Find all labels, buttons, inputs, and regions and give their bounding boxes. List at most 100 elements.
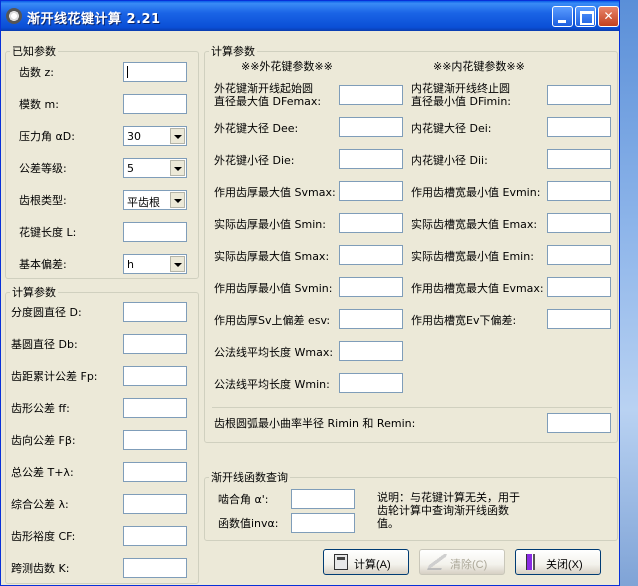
close-button[interactable]: 关闭(X) (515, 549, 601, 575)
spline-length-label: 花键长度 L: (19, 226, 77, 239)
smin-label: 实际齿厚最小值 Smin: (214, 218, 326, 231)
spline-length-input[interactable] (123, 222, 187, 242)
involute-note: 说明：与花键计算无关，用于齿轮计算中查询渐开线函数值。 (377, 491, 520, 530)
calculate-button-label: 计算(A) (354, 559, 391, 571)
evmin-output[interactable] (547, 181, 611, 201)
wmax-label: 公法线平均长度 Wmax: (214, 346, 334, 359)
external-spline-header: ※※外花键参数※※ (241, 60, 333, 73)
die-output[interactable] (339, 149, 403, 169)
app-gear-icon[interactable] (6, 8, 22, 24)
minimize-button[interactable] (552, 6, 573, 27)
pressure-angle-select[interactable]: 30 (123, 126, 187, 146)
composite-tolerance-output[interactable] (123, 494, 187, 514)
clear-button-label: 清除(C) (450, 559, 488, 571)
root-type-label: 齿根类型: (19, 194, 67, 207)
cumulative-pitch-label: 齿距累计公差 Fp: (11, 370, 98, 383)
smax-label: 实际齿厚最大值 Smax: (214, 250, 330, 263)
inv-value-output[interactable] (291, 513, 355, 533)
dei-output[interactable] (547, 117, 611, 137)
title-bar[interactable]: 渐开线花键计算 2.21 ✕ (1, 1, 619, 31)
profile-tolerance-output[interactable] (123, 398, 187, 418)
chevron-down-icon[interactable] (170, 192, 185, 208)
wmin-output[interactable] (339, 373, 403, 393)
smax-output[interactable] (339, 245, 403, 265)
dfimin-label-line1: 内花键渐开线终止圆 (411, 82, 510, 95)
internal-spline-header: ※※内花键参数※※ (433, 60, 525, 73)
emin-label: 实际齿槽宽最小值 Emin: (411, 250, 534, 263)
module-input[interactable] (123, 94, 187, 114)
basic-deviation-value: h (127, 258, 134, 271)
tolerance-grade-value: 5 (127, 162, 134, 175)
teeth-count-label: 齿数 z: (19, 66, 54, 79)
basic-deviation-select[interactable]: h (123, 254, 187, 274)
dfimin-output[interactable] (547, 85, 611, 105)
inv-value-label: 函数值invα: (218, 517, 279, 530)
svmin-output[interactable] (339, 277, 403, 297)
svmax-label: 作用齿厚最大值 Svmax: (214, 186, 336, 199)
dei-label: 内花键大径 Dei: (411, 122, 492, 135)
evmin-label: 作用齿槽宽最小值 Evmin: (411, 186, 541, 199)
svmin-label: 作用齿厚最小值 Svmin: (214, 282, 333, 295)
calculator-icon (334, 554, 348, 570)
cumulative-pitch-output[interactable] (123, 366, 187, 386)
total-tolerance-output[interactable] (123, 462, 187, 482)
close-window-button[interactable]: ✕ (598, 6, 619, 27)
dii-label: 内花键小径 Dii: (411, 154, 488, 167)
clear-button[interactable]: 清除(C) (419, 549, 505, 575)
ev-deviation-output[interactable] (547, 309, 611, 329)
mesh-angle-input[interactable] (291, 489, 355, 509)
module-label: 模数 m: (19, 98, 59, 111)
profile-tolerance-label: 齿形公差 ff: (11, 402, 70, 415)
teeth-count-input[interactable] (123, 62, 187, 82)
helix-tolerance-label: 齿向公差 Fβ: (11, 434, 76, 447)
emax-output[interactable] (547, 213, 611, 233)
maximize-button[interactable] (575, 6, 596, 27)
evmax-output[interactable] (547, 277, 611, 297)
wmax-output[interactable] (339, 341, 403, 361)
esv-label: 作用齿厚Sv上偏差 esv: (214, 314, 331, 327)
span-teeth-output[interactable] (123, 558, 187, 578)
calculate-button[interactable]: 计算(A) (323, 549, 409, 575)
esv-output[interactable] (339, 309, 403, 329)
main-window: 渐开线花键计算 2.21 ✕ 已知参数 齿数 z: 模数 m: 压力角 αD: … (0, 0, 620, 586)
smin-output[interactable] (339, 213, 403, 233)
svmax-output[interactable] (339, 181, 403, 201)
die-label: 外花键小径 Die: (214, 154, 295, 167)
dee-output[interactable] (339, 117, 403, 137)
calc-params-main-legend: 计算参数 (211, 45, 255, 58)
dfemax-label-line2: 直径最大值 DFemax: (214, 95, 322, 108)
exit-door-icon (526, 554, 540, 570)
pitch-diameter-output[interactable] (123, 302, 187, 322)
root-type-select[interactable]: 平齿根 (123, 190, 187, 210)
composite-tolerance-label: 综合公差 λ: (11, 498, 69, 511)
base-diameter-output[interactable] (123, 334, 187, 354)
tolerance-grade-select[interactable]: 5 (123, 158, 187, 178)
pitch-diameter-label: 分度圆直径 D: (11, 306, 82, 319)
helix-tolerance-output[interactable] (123, 430, 187, 450)
emin-output[interactable] (547, 245, 611, 265)
calc-params-left-legend: 计算参数 (12, 286, 56, 299)
window-title: 渐开线花键计算 2.21 (27, 12, 161, 27)
ev-deviation-label: 作用齿槽宽Ev下偏差: (411, 314, 517, 327)
emax-label: 实际齿槽宽最大值 Emax: (411, 218, 538, 231)
fillet-radius-output[interactable] (547, 413, 611, 433)
chevron-down-icon[interactable] (170, 128, 185, 144)
evmax-label: 作用齿槽宽最大值 Evmax: (411, 282, 544, 295)
chevron-down-icon[interactable] (170, 256, 185, 272)
base-diameter-label: 基圆直径 Db: (11, 338, 78, 351)
root-type-value: 平齿根 (127, 196, 160, 209)
eraser-icon (427, 554, 447, 570)
chevron-down-icon[interactable] (170, 160, 185, 176)
involute-lookup-legend: 渐开线函数查询 (211, 471, 288, 484)
dii-output[interactable] (547, 149, 611, 169)
profile-margin-label: 齿形裕度 CF: (11, 530, 76, 543)
pressure-angle-label: 压力角 αD: (19, 130, 75, 143)
span-teeth-label: 跨测齿数 K: (11, 562, 70, 575)
pressure-angle-value: 30 (127, 130, 141, 143)
dfemax-output[interactable] (339, 85, 403, 105)
known-params-legend: 已知参数 (12, 45, 56, 58)
mesh-angle-label: 啮合角 α': (218, 493, 269, 506)
fillet-radius-label: 齿根圆弧最小曲率半径 Rimin 和 Remin: (214, 417, 416, 430)
total-tolerance-label: 总公差 T+λ: (11, 466, 74, 479)
profile-margin-output[interactable] (123, 526, 187, 546)
